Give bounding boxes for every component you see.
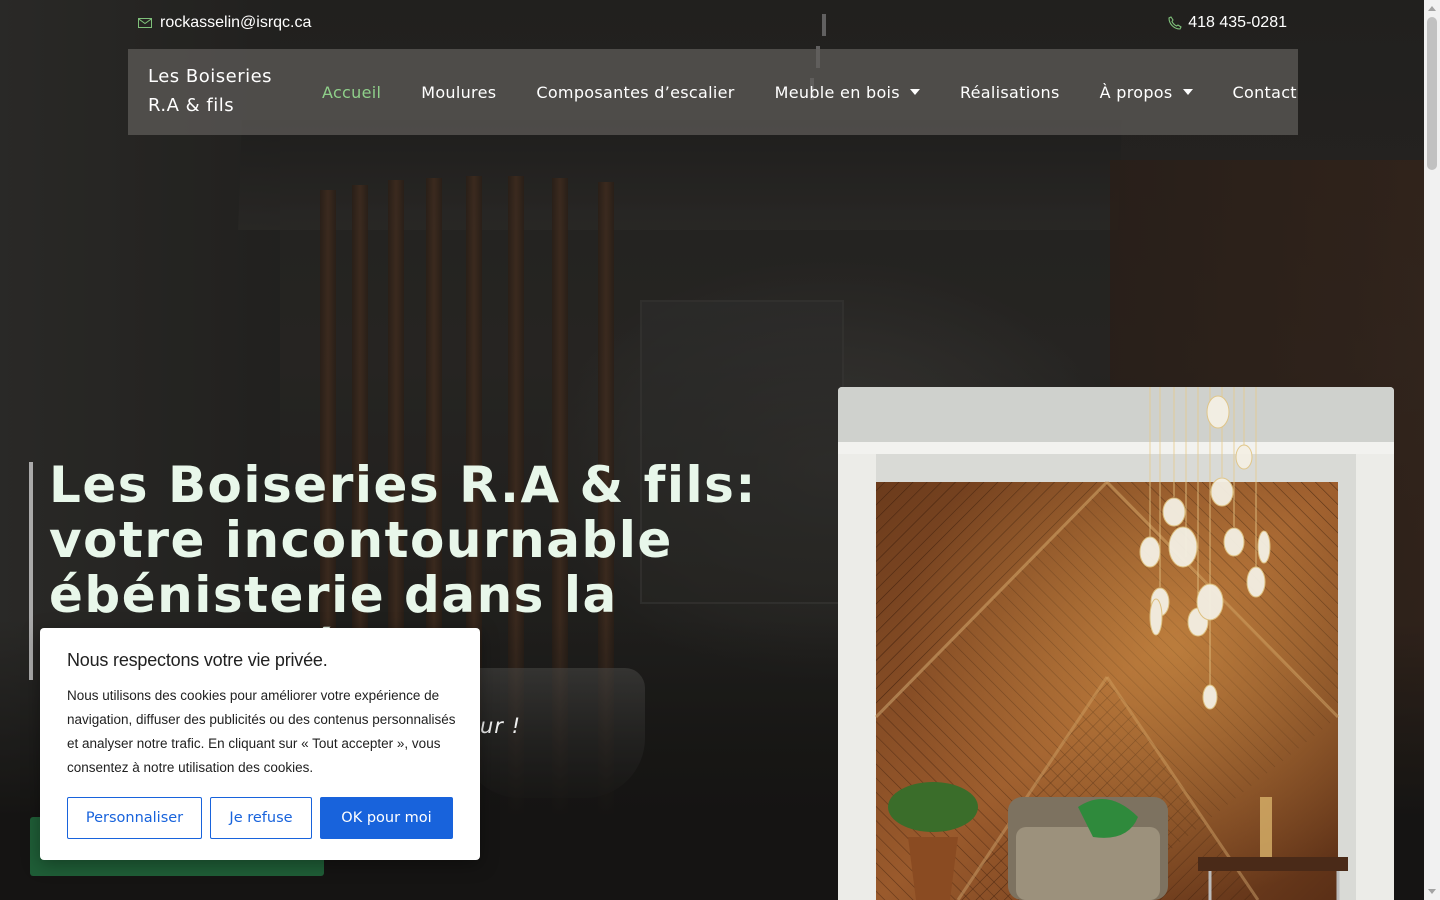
accept-button[interactable]: OK pour moi <box>320 797 453 839</box>
top-contact-bar: rockasselin@isrqc.ca 418 435-0281 <box>0 0 1424 48</box>
nav-item-label: Moulures <box>421 82 497 102</box>
email-text: rockasselin@isrqc.ca <box>160 14 312 31</box>
site-logo[interactable]: Les Boiseries R.A & fils <box>148 62 298 120</box>
caret-down-icon <box>1182 89 1193 95</box>
hero-title: Les Boiseries R.A & fils: votre incontou… <box>49 458 757 628</box>
nav-item-accueil[interactable]: Accueil <box>302 83 401 102</box>
customize-button[interactable]: Personnaliser <box>67 797 202 839</box>
nav-item-a-propos[interactable]: À propos <box>1080 83 1213 102</box>
nav-item-label: Composantes d’escalier <box>536 82 735 102</box>
cookie-title: Nous respectons votre vie privée. <box>67 650 328 670</box>
hero-subtitle: ur ! <box>480 714 522 738</box>
scroll-down-icon[interactable] <box>1428 889 1436 894</box>
page-scrollbar[interactable] <box>1424 0 1440 900</box>
email-link[interactable]: rockasselin@isrqc.ca <box>138 14 311 32</box>
nav-item-realisations[interactable]: Réalisations <box>940 83 1080 102</box>
nav-menu: Accueil Moulures Composantes d’escalier … <box>302 49 1317 135</box>
feature-image <box>838 387 1394 900</box>
nav-item-composantes-escalier[interactable]: Composantes d’escalier <box>516 83 754 102</box>
scroll-up-icon[interactable] <box>1428 6 1436 11</box>
nav-item-meuble-en-bois[interactable]: Meuble en bois <box>755 83 940 102</box>
hero-accent-bar <box>29 462 33 680</box>
nav-item-label: Meuble en bois <box>774 82 900 102</box>
nav-item-label: Accueil <box>322 82 382 102</box>
cookie-consent-dialog: Nous respectons votre vie privée. Nous u… <box>40 628 480 860</box>
phone-link[interactable]: 418 435-0281 <box>1168 14 1287 32</box>
refuse-button[interactable]: Je refuse <box>210 797 312 839</box>
mail-icon <box>138 18 152 28</box>
scroll-thumb[interactable] <box>1427 17 1437 170</box>
nav-item-contact[interactable]: Contact <box>1213 83 1317 102</box>
phone-icon <box>1168 16 1182 30</box>
nav-item-moulures[interactable]: Moulures <box>401 83 516 102</box>
main-navigation: Les Boiseries R.A & fils Accueil Moulure… <box>128 49 1298 135</box>
cookie-body: Nous utilisons des cookies pour améliore… <box>67 688 456 775</box>
nav-item-label: À propos <box>1099 82 1173 102</box>
nav-item-label: Contact <box>1232 82 1297 102</box>
caret-down-icon <box>909 89 920 95</box>
phone-text: 418 435-0281 <box>1188 14 1287 31</box>
nav-item-label: Réalisations <box>959 82 1060 102</box>
